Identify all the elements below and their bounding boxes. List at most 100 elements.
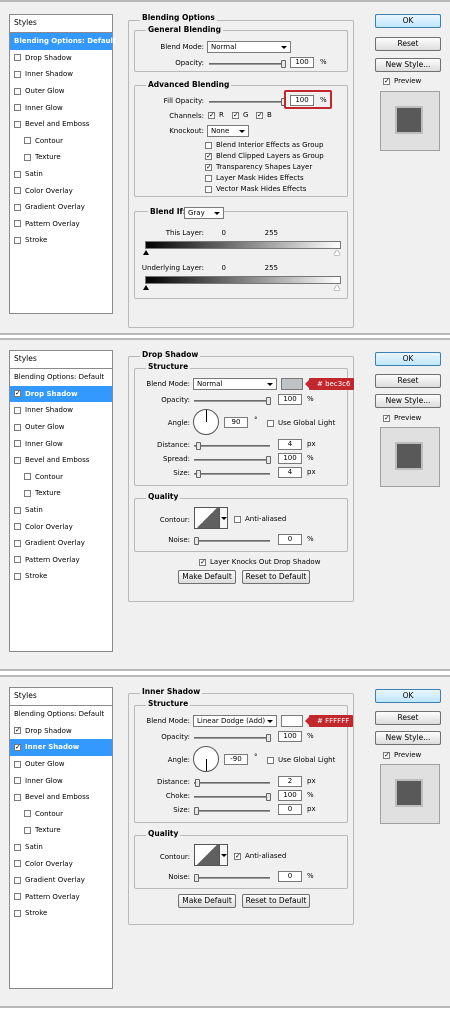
- noise-input[interactable]: 0: [278, 534, 302, 545]
- choke-input[interactable]: 100: [278, 790, 302, 801]
- this-layer-white-thumb[interactable]: [334, 250, 340, 255]
- opacity-slider[interactable]: [209, 60, 286, 68]
- checkbox[interactable]: [14, 87, 21, 95]
- angle-dial[interactable]: [193, 409, 219, 435]
- checkbox[interactable]: [24, 810, 31, 818]
- channel-r-checkbox[interactable]: R: [208, 111, 224, 119]
- checkbox[interactable]: [24, 473, 31, 481]
- slider-thumb[interactable]: [194, 807, 199, 815]
- size-input[interactable]: 4: [278, 467, 302, 478]
- style-item-blending-options[interactable]: Blending Options: Default: [10, 369, 112, 386]
- checkbox[interactable]: [14, 556, 21, 564]
- contour-picker[interactable]: [194, 507, 220, 529]
- checkbox[interactable]: [14, 876, 21, 884]
- checkbox[interactable]: [14, 440, 21, 448]
- checkbox[interactable]: [234, 852, 241, 860]
- transparency-shapes-checkbox[interactable]: Transparency Shapes Layer: [205, 163, 312, 171]
- contour-dropdown[interactable]: [220, 844, 228, 866]
- style-item-satin[interactable]: Satin: [10, 502, 112, 519]
- checkbox[interactable]: [205, 174, 212, 182]
- style-item-texture[interactable]: Texture: [10, 822, 112, 839]
- anti-aliased-checkbox[interactable]: Anti-aliased: [234, 515, 286, 523]
- style-item-pattern-overlay[interactable]: Pattern Overlay: [10, 552, 112, 569]
- checkbox[interactable]: [24, 826, 31, 834]
- underlying-layer-gradient[interactable]: [145, 276, 341, 284]
- checkbox[interactable]: [14, 743, 21, 751]
- style-item-contour[interactable]: Contour: [10, 469, 112, 486]
- slider-thumb[interactable]: [195, 779, 200, 787]
- style-item-inner-glow[interactable]: Inner Glow: [10, 435, 112, 452]
- blend-clipped-checkbox[interactable]: Blend Clipped Layers as Group: [205, 152, 324, 160]
- new-style-button[interactable]: New Style...: [375, 394, 441, 408]
- style-item-pattern-overlay[interactable]: Pattern Overlay: [10, 216, 112, 233]
- use-global-light-checkbox[interactable]: Use Global Light: [267, 419, 335, 427]
- style-item-outer-glow[interactable]: Outer Glow: [10, 83, 112, 100]
- preview-checkbox[interactable]: Preview: [383, 77, 421, 85]
- style-item-texture[interactable]: Texture: [10, 149, 112, 166]
- ok-button[interactable]: OK: [375, 352, 441, 366]
- style-item-inner-shadow[interactable]: Inner Shadow: [10, 66, 112, 83]
- preview-checkbox[interactable]: Preview: [383, 751, 421, 759]
- style-item-satin[interactable]: Satin: [10, 166, 112, 183]
- opacity-input[interactable]: 100: [290, 57, 314, 68]
- checkbox[interactable]: [14, 456, 21, 464]
- channel-g-checkbox[interactable]: G: [232, 111, 248, 119]
- contour-dropdown[interactable]: [220, 507, 228, 529]
- shadow-color-swatch[interactable]: [281, 378, 303, 390]
- style-item-pattern-overlay[interactable]: Pattern Overlay: [10, 889, 112, 906]
- spread-input[interactable]: 100: [278, 453, 302, 464]
- style-item-color-overlay[interactable]: Color Overlay: [10, 182, 112, 199]
- knockout-dropdown[interactable]: None: [207, 125, 249, 137]
- choke-slider[interactable]: [194, 793, 271, 801]
- style-item-bevel-emboss[interactable]: Bevel and Emboss: [10, 116, 112, 133]
- slider-thumb[interactable]: [194, 874, 199, 882]
- checkbox[interactable]: [205, 152, 212, 160]
- style-item-bevel-emboss[interactable]: Bevel and Emboss: [10, 789, 112, 806]
- slider-thumb[interactable]: [266, 793, 271, 801]
- reset-button[interactable]: Reset: [375, 711, 441, 725]
- reset-button[interactable]: Reset: [375, 37, 441, 51]
- style-item-gradient-overlay[interactable]: Gradient Overlay: [10, 872, 112, 889]
- blend-mode-dropdown[interactable]: Normal: [207, 41, 291, 53]
- slider-thumb[interactable]: [266, 397, 271, 405]
- style-item-gradient-overlay[interactable]: Gradient Overlay: [10, 535, 112, 552]
- style-item-color-overlay[interactable]: Color Overlay: [10, 518, 112, 535]
- style-item-texture[interactable]: Texture: [10, 485, 112, 502]
- slider-thumb[interactable]: [266, 734, 271, 742]
- checkbox[interactable]: [14, 389, 21, 398]
- checkbox[interactable]: [14, 203, 21, 211]
- distance-input[interactable]: 4: [278, 439, 302, 450]
- checkbox[interactable]: [14, 539, 21, 547]
- angle-input[interactable]: 90: [224, 417, 248, 428]
- contour-picker[interactable]: [194, 844, 220, 866]
- slider-thumb[interactable]: [194, 537, 199, 545]
- checkbox[interactable]: [14, 572, 21, 580]
- checkbox[interactable]: [267, 419, 274, 427]
- checkbox[interactable]: [234, 515, 241, 523]
- fill-opacity-input[interactable]: 100: [290, 95, 314, 106]
- underlying-black-thumb[interactable]: [143, 285, 149, 290]
- layer-mask-hides-checkbox[interactable]: Layer Mask Hides Effects: [205, 174, 304, 182]
- ok-button[interactable]: OK: [375, 689, 441, 703]
- anti-aliased-checkbox[interactable]: Anti-aliased: [234, 852, 286, 860]
- noise-slider[interactable]: [194, 874, 270, 882]
- checkbox[interactable]: [267, 756, 274, 764]
- checkbox[interactable]: [14, 726, 21, 735]
- noise-input[interactable]: 0: [278, 871, 302, 882]
- checkbox[interactable]: [205, 141, 212, 149]
- checkbox[interactable]: [14, 793, 21, 801]
- checkbox[interactable]: [383, 77, 390, 85]
- fill-opacity-slider[interactable]: [209, 98, 286, 106]
- style-item-satin[interactable]: Satin: [10, 839, 112, 856]
- checkbox[interactable]: [208, 111, 215, 119]
- angle-dial[interactable]: [193, 746, 219, 772]
- opacity-slider[interactable]: [194, 734, 271, 742]
- checkbox[interactable]: [24, 153, 31, 161]
- size-slider[interactable]: [194, 807, 270, 815]
- slider-thumb[interactable]: [196, 442, 201, 450]
- checkbox[interactable]: [14, 236, 21, 244]
- style-item-stroke[interactable]: Stroke: [10, 905, 112, 922]
- checkbox[interactable]: [205, 163, 212, 171]
- style-item-contour[interactable]: Contour: [10, 806, 112, 823]
- slider-thumb[interactable]: [281, 60, 286, 68]
